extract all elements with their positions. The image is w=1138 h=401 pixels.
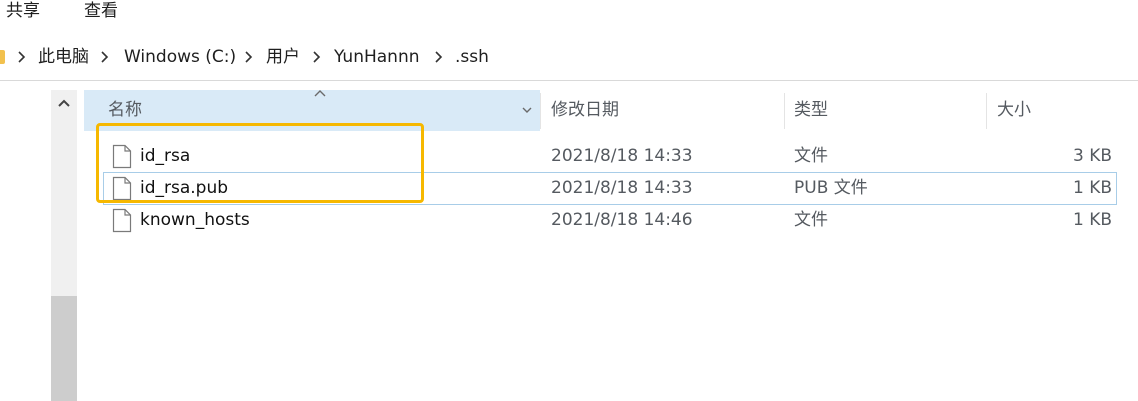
scroll-up-icon[interactable] — [56, 96, 72, 110]
file-type: 文件 — [794, 146, 828, 166]
column-header-type[interactable]: 类型 — [794, 98, 828, 122]
tab-share[interactable]: 共享 — [6, 0, 40, 22]
chevron-right-icon[interactable] — [15, 46, 29, 68]
file-type: 文件 — [794, 210, 828, 230]
sort-ascending-icon — [314, 90, 326, 97]
breadcrumb-user-folder[interactable]: YunHannn — [334, 45, 420, 69]
breadcrumb-drive-c[interactable]: Windows (C:) — [124, 45, 236, 69]
file-type: PUB 文件 — [794, 178, 868, 198]
navigation-pane[interactable] — [0, 90, 50, 401]
breadcrumb-users[interactable]: 用户 — [266, 45, 300, 69]
address-divider — [0, 80, 1138, 81]
chevron-right-icon[interactable] — [98, 46, 112, 68]
chevron-right-icon[interactable] — [432, 46, 446, 68]
file-size: 1 KB — [1072, 178, 1112, 198]
column-header-name[interactable]: 名称 — [108, 98, 142, 122]
file-size: 1 KB — [1072, 210, 1112, 230]
scrollbar-thumb[interactable] — [51, 296, 77, 401]
file-date: 2021/8/18 14:33 — [551, 146, 693, 166]
file-date: 2021/8/18 14:46 — [551, 210, 693, 230]
file-size: 3 KB — [1072, 146, 1112, 166]
chevron-right-icon[interactable] — [242, 46, 256, 68]
column-divider[interactable] — [784, 93, 785, 129]
breadcrumb-ssh[interactable]: .ssh — [455, 45, 489, 69]
breadcrumb-this-pc[interactable]: 此电脑 — [38, 45, 89, 69]
chevron-right-icon[interactable] — [310, 46, 324, 68]
folder-icon — [0, 50, 5, 64]
file-name[interactable]: known_hosts — [140, 209, 250, 231]
column-header-date[interactable]: 修改日期 — [551, 98, 619, 122]
highlight-annotation — [96, 123, 424, 203]
chevron-down-icon[interactable] — [520, 104, 534, 116]
file-date: 2021/8/18 14:33 — [551, 178, 693, 198]
column-divider[interactable] — [540, 93, 541, 129]
file-row[interactable]: known_hosts 2021/8/18 14:46 文件 1 KB — [104, 205, 1116, 236]
file-icon — [112, 208, 132, 233]
column-divider[interactable] — [986, 93, 987, 129]
ribbon: 共享 查看 — [0, 0, 1138, 32]
column-header-size[interactable]: 大小 — [997, 98, 1031, 122]
tab-view[interactable]: 查看 — [84, 0, 118, 22]
